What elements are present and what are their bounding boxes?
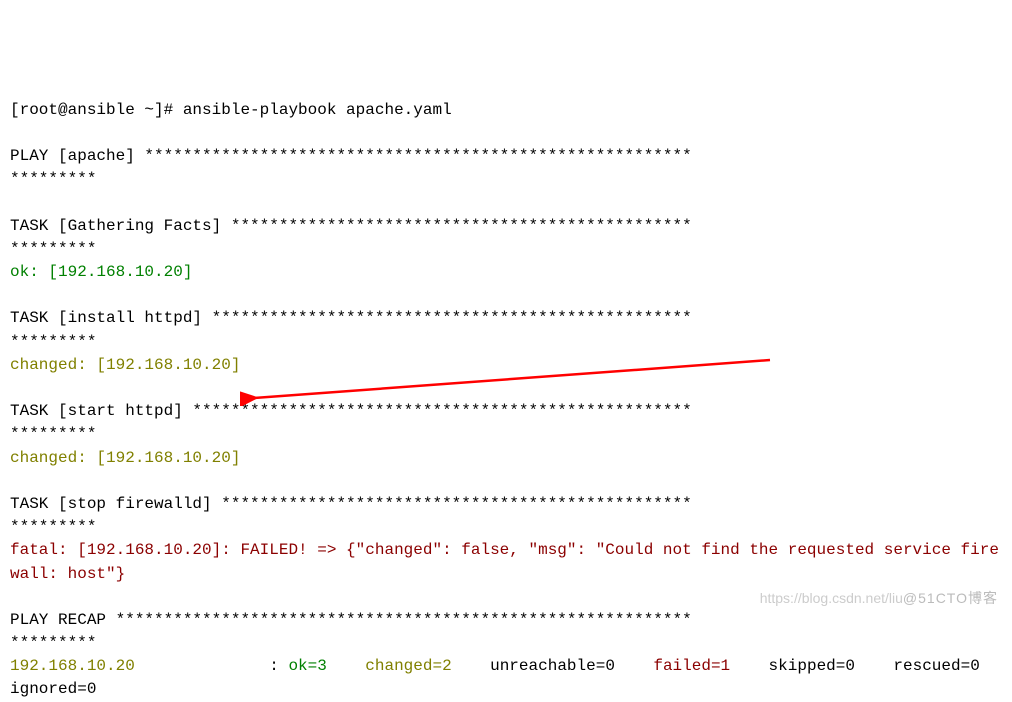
watermark-right: @51CTO博客 <box>903 590 998 606</box>
watermark-left: https://blog.csdn.net/liu <box>760 590 903 606</box>
task-stop-firewalld-b: ****************************************… <box>221 495 691 513</box>
start-result-changed: changed: [192.168.10.20] <box>10 449 240 467</box>
recap-failed: failed=1 <box>644 657 759 675</box>
watermark: https://blog.csdn.net/liu@51CTO博客 <box>752 567 998 608</box>
play-recap-header: PLAY RECAP *****************************… <box>10 611 692 629</box>
recap-changed: changed=2 <box>356 657 481 675</box>
recap-ok: ok=3 <box>288 657 355 675</box>
task-gathering-facts-wrap: ********* <box>10 240 96 258</box>
recap-skipped: skipped=0 <box>759 657 884 675</box>
task-stop-firewalld-a: TASK [stop firewalld] <box>10 495 221 513</box>
annotation-arrow-icon <box>240 356 780 406</box>
task-install-httpd-wrap: ********* <box>10 333 96 351</box>
install-result-changed: changed: [192.168.10.20] <box>10 356 240 374</box>
task-stop-firewalld-wrap: ********* <box>10 518 96 536</box>
play-header: PLAY [apache] **************************… <box>10 147 692 165</box>
recap-pad1: : <box>135 657 289 675</box>
task-start-httpd: TASK [start httpd] *********************… <box>10 402 692 420</box>
recap-unreachable: unreachable=0 <box>481 657 644 675</box>
shell-prompt: [root@ansible ~]# ansible-playbook apach… <box>10 101 452 119</box>
task-install-httpd: TASK [install httpd] *******************… <box>10 309 692 327</box>
play-header-wrap: ********* <box>10 170 96 188</box>
play-recap-header-wrap: ********* <box>10 634 96 652</box>
task-start-httpd-wrap: ********* <box>10 425 96 443</box>
recap-host: 192.168.10.20 <box>10 657 135 675</box>
gather-result-ok: ok: [192.168.10.20] <box>10 263 192 281</box>
task-gathering-facts: TASK [Gathering Facts] *****************… <box>10 217 692 235</box>
recap-rescued: rescued=0 <box>884 657 1009 675</box>
